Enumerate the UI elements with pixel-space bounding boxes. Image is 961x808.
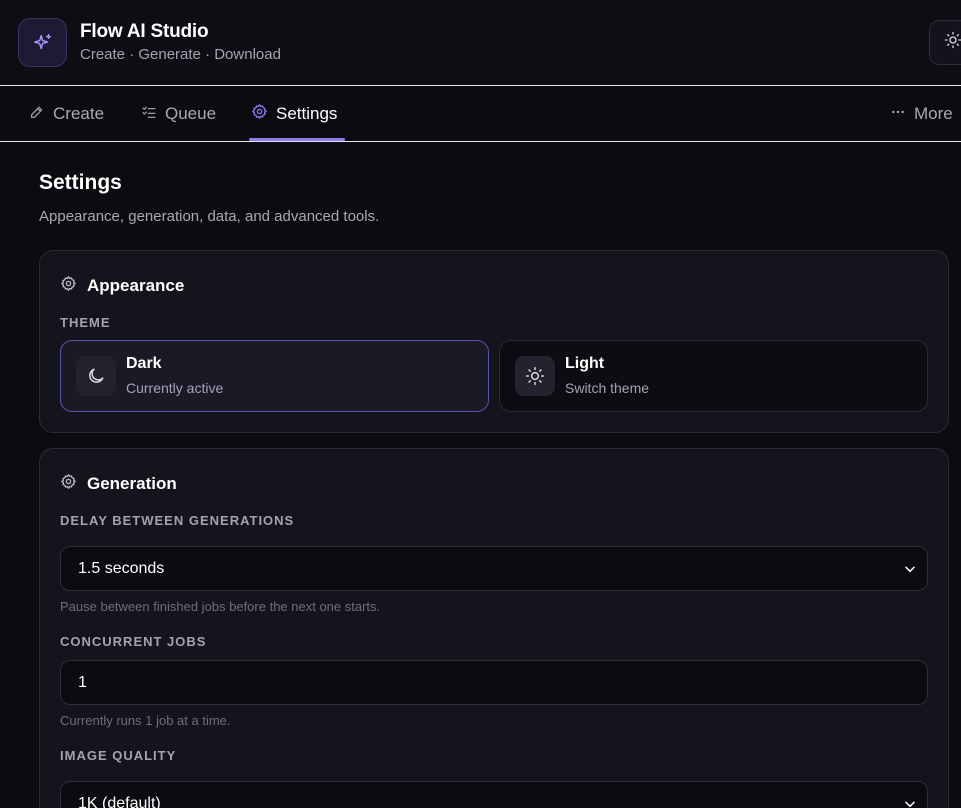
page-description: Appearance, generation, data, and advanc… [39, 208, 380, 225]
quality-value: 1K (default) [78, 794, 161, 808]
concurrent-value: 1 [78, 673, 87, 691]
chevron-down-icon [903, 797, 917, 808]
generation-card: Generation DELAY BETWEEN GENERATIONS 1.5… [39, 448, 949, 808]
theme-option-dark[interactable]: Dark Currently active [60, 340, 489, 412]
active-tab-indicator [249, 138, 345, 141]
sun-icon [515, 356, 555, 396]
quality-label: IMAGE QUALITY [60, 748, 177, 763]
theme-option-title: Dark [126, 355, 162, 372]
tab-label: Settings [276, 104, 338, 123]
theme-label: THEME [60, 315, 111, 330]
delay-value: 1.5 seconds [78, 559, 165, 577]
tab-label: Create [53, 104, 105, 123]
concurrent-jobs-input[interactable]: 1 [60, 660, 928, 705]
app-root: Flow AI Studio Create · Generate · Downl… [0, 0, 961, 808]
gear-icon [60, 473, 77, 495]
tab-settings[interactable]: Settings [251, 86, 337, 142]
appearance-card: Appearance THEME Dark Currently active L… [39, 250, 949, 433]
chevron-down-icon [903, 562, 917, 581]
delay-label: DELAY BETWEEN GENERATIONS [60, 513, 295, 528]
tab-label: Queue [165, 104, 217, 123]
theme-option-subtitle: Currently active [126, 380, 224, 396]
appearance-header: Appearance [60, 275, 184, 297]
pencil-icon [29, 104, 45, 125]
card-title: Appearance [87, 276, 185, 295]
sun-icon [944, 31, 961, 54]
theme-toggle-button[interactable] [929, 20, 961, 65]
tab-create[interactable]: Create [29, 86, 104, 142]
tab-queue[interactable]: Queue [141, 86, 216, 142]
tab-more[interactable]: More [890, 86, 953, 142]
ellipsis-icon [890, 104, 906, 125]
gear-icon [60, 275, 77, 297]
app-header: Flow AI Studio Create · Generate · Downl… [0, 0, 961, 86]
app-subtitle: Create · Generate · Download [80, 46, 281, 63]
sparkles-logo-icon [18, 18, 67, 67]
generation-header: Generation [60, 473, 177, 495]
concurrent-hint: Currently runs 1 job at a time. [60, 713, 231, 728]
page-title: Settings [39, 171, 122, 194]
concurrent-label: CONCURRENT JOBS [60, 634, 207, 649]
tab-label: More [914, 104, 953, 123]
delay-select[interactable]: 1.5 seconds [60, 546, 928, 591]
image-quality-select[interactable]: 1K (default) [60, 781, 928, 808]
tab-bar: Create Queue Settings More [0, 86, 961, 142]
theme-option-light[interactable]: Light Switch theme [499, 340, 928, 412]
delay-hint: Pause between finished jobs before the n… [60, 599, 381, 614]
moon-icon [76, 356, 116, 396]
gear-icon [251, 103, 268, 125]
theme-option-subtitle: Switch theme [565, 380, 650, 396]
app-title: Flow AI Studio [80, 21, 209, 42]
list-check-icon [141, 104, 157, 125]
card-title: Generation [87, 474, 177, 493]
theme-option-title: Light [565, 355, 605, 372]
